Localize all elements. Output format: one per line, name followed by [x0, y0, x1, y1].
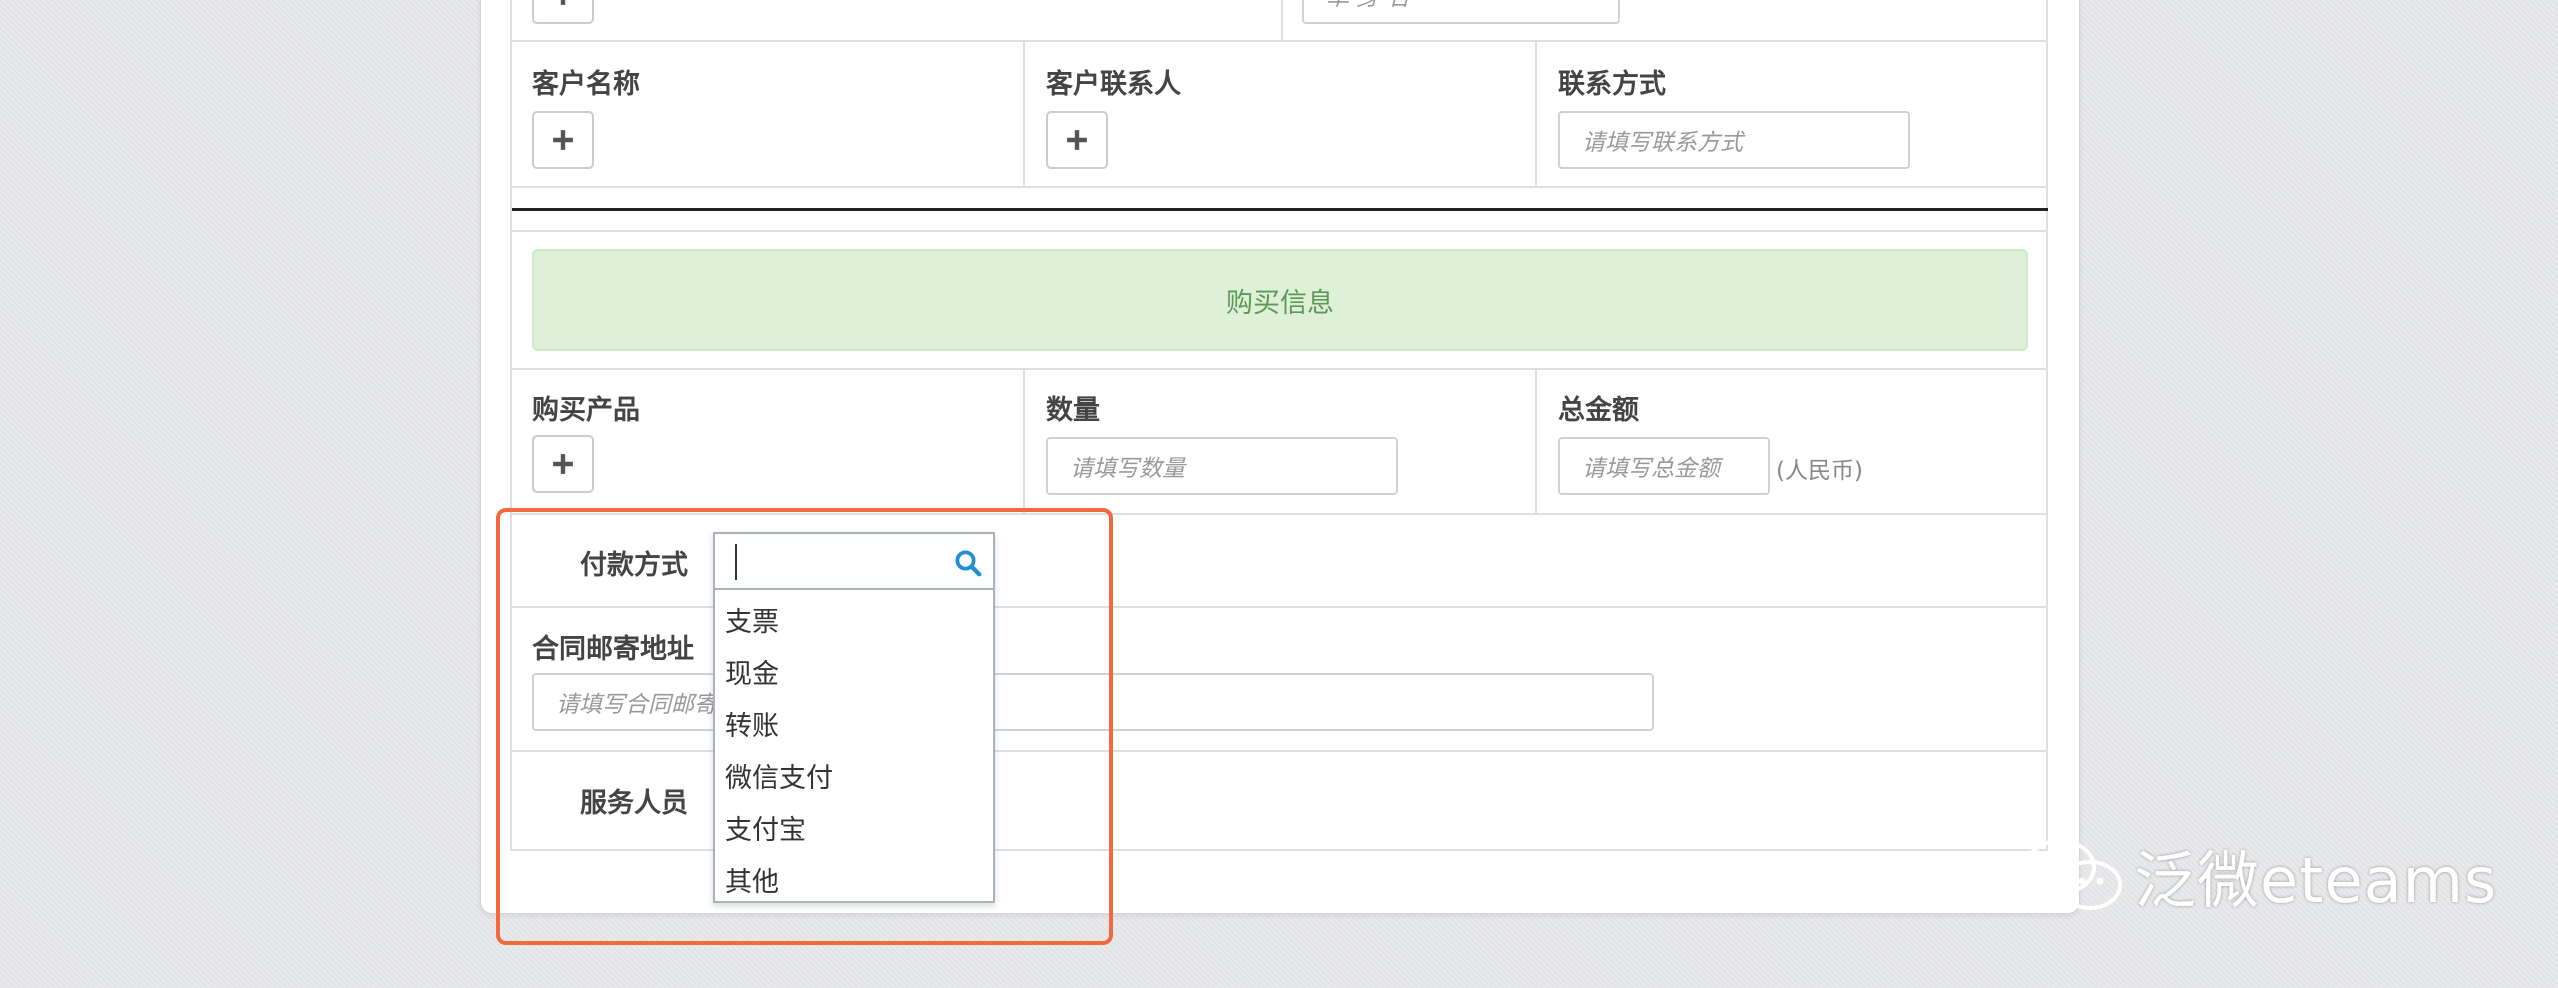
- product-label: 购买产品: [532, 395, 640, 426]
- quantity-label: 数量: [1046, 395, 1100, 426]
- add-customer-button[interactable]: [532, 111, 594, 169]
- divider: [1535, 368, 1537, 514]
- plus-icon: [553, 454, 573, 474]
- annotation-highlight-box: [496, 508, 1113, 945]
- divider: [1023, 40, 1025, 186]
- wechat-logo-icon: [2024, 839, 2122, 910]
- plus-icon: [1067, 130, 1087, 150]
- total-label: 总金额: [1558, 395, 1639, 426]
- add-product-button[interactable]: [532, 435, 594, 493]
- purchase-info-banner: 购买信息: [532, 249, 2028, 351]
- add-contact-button[interactable]: [1046, 111, 1108, 169]
- plus-icon: [553, 130, 573, 150]
- quantity-placeholder: 请填写数量: [1070, 456, 1185, 482]
- customer-contact-label: 客户联系人: [1046, 69, 1181, 100]
- total-unit: (人民币): [1776, 458, 1863, 484]
- watermark-text: 泛微eteams: [2134, 844, 2498, 917]
- divider: [510, 230, 2048, 232]
- divider: [510, 186, 2048, 188]
- divider: [510, 368, 2048, 370]
- contact-method-input[interactable]: 请填写联系方式: [1558, 111, 1910, 169]
- add-top-button[interactable]: [532, 0, 594, 24]
- contact-method-label: 联系方式: [1558, 69, 1666, 100]
- plus-icon: [560, 0, 566, 5]
- top-partial-placeholder: 单 身 名: [1326, 0, 1410, 12]
- section-separator: [512, 208, 2048, 211]
- divider: [1281, 0, 1283, 40]
- divider: [2046, 0, 2048, 851]
- total-placeholder: 请填写总金额: [1582, 456, 1720, 482]
- divider: [1535, 40, 1537, 186]
- contact-method-placeholder: 请填写联系方式: [1582, 130, 1743, 156]
- quantity-input[interactable]: 请填写数量: [1046, 437, 1398, 495]
- divider: [1023, 368, 1025, 514]
- watermark: 泛微eteams: [2020, 830, 2497, 920]
- total-input[interactable]: 请填写总金额: [1558, 437, 1770, 495]
- top-partial-input[interactable]: 单 身 名: [1302, 0, 1620, 24]
- customer-name-label: 客户名称: [532, 69, 640, 100]
- divider: [510, 40, 2048, 42]
